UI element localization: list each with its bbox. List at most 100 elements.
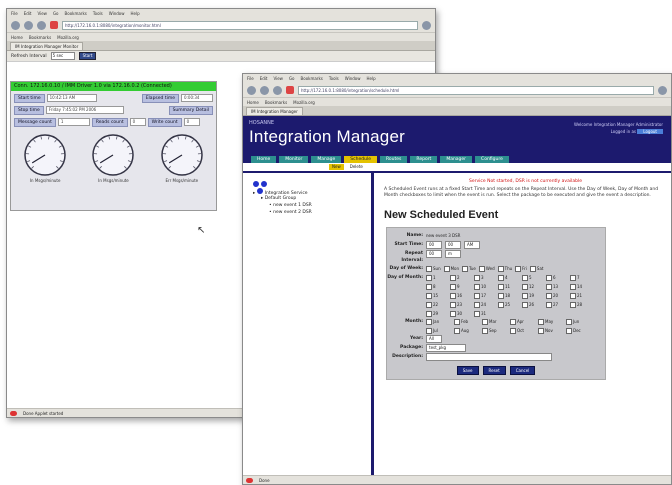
checkbox[interactable] [426, 327, 432, 334]
checkbox[interactable] [498, 301, 504, 308]
checkbox[interactable] [510, 318, 516, 325]
nav-tab-home[interactable]: Home [251, 156, 277, 163]
search-icon[interactable] [658, 85, 667, 95]
checkbox[interactable] [426, 283, 432, 290]
start-minute-select[interactable]: 00 [445, 241, 461, 249]
checkbox-option[interactable]: 1 [426, 274, 448, 281]
checkbox[interactable] [482, 318, 488, 325]
checkbox-option[interactable]: Sep [482, 327, 508, 334]
checkbox-option[interactable]: May [538, 318, 564, 325]
checkbox[interactable] [522, 292, 528, 299]
nav-tab-report[interactable]: Report [410, 156, 438, 163]
summary-detail-button[interactable]: Summary Detail [168, 105, 213, 115]
checkbox-option[interactable]: 27 [546, 301, 568, 308]
checkbox-option[interactable]: Jun [566, 318, 592, 325]
menu-item[interactable]: Edit [260, 76, 268, 81]
repeat-value-select[interactable]: 00 [426, 250, 442, 258]
search-icon[interactable] [422, 20, 431, 30]
checkbox[interactable] [426, 274, 432, 281]
checkbox-option[interactable]: 30 [450, 310, 472, 317]
checkbox-option[interactable]: Sun [426, 265, 441, 272]
back-url-bar[interactable]: http://172.16.0.1:8080/integration/monit… [62, 20, 418, 30]
expand-icon[interactable] [253, 181, 259, 187]
refresh-interval-select[interactable]: 5 sec [50, 52, 75, 60]
checkbox[interactable] [474, 310, 480, 317]
checkbox[interactable] [570, 274, 576, 281]
checkbox[interactable] [570, 283, 576, 290]
nav-tab-routes[interactable]: Routes [379, 156, 408, 163]
tree-event-item[interactable]: • new event 1 DSR [253, 202, 363, 209]
checkbox[interactable] [522, 301, 528, 308]
nav-tab-monitor[interactable]: Monitor [279, 156, 309, 163]
checkbox-option[interactable]: 10 [474, 283, 496, 290]
nav-tab-manage[interactable]: Manage [311, 156, 342, 163]
bookmark-link[interactable]: Home [247, 100, 259, 105]
back-arrow-icon[interactable] [11, 20, 20, 30]
checkbox[interactable] [450, 310, 456, 317]
nav-tab-schedule[interactable]: Schedule [344, 156, 377, 163]
menu-item[interactable]: View [37, 11, 47, 16]
menu-item[interactable]: Help [131, 11, 140, 16]
front-tab[interactable]: IM Integration Manager [246, 107, 303, 115]
checkbox-option[interactable]: 4 [498, 274, 520, 281]
checkbox-option[interactable]: 8 [426, 283, 448, 290]
bookmark-link[interactable]: Home [11, 35, 23, 40]
menu-item[interactable]: Go [53, 11, 59, 16]
checkbox-option[interactable]: Wed [478, 265, 495, 272]
subtab-new[interactable]: New [329, 164, 344, 170]
menu-item[interactable]: File [11, 11, 18, 16]
checkbox[interactable] [482, 327, 488, 334]
checkbox-option[interactable]: 29 [426, 310, 448, 317]
checkbox[interactable] [538, 318, 544, 325]
checkbox-option[interactable]: 24 [474, 301, 496, 308]
checkbox[interactable] [426, 292, 432, 299]
pane-divider[interactable] [371, 173, 374, 475]
checkbox[interactable] [522, 274, 528, 281]
start-ampm-select[interactable]: AM [464, 241, 480, 249]
year-select[interactable]: All [426, 335, 442, 343]
checkbox[interactable] [546, 283, 552, 290]
nav-tab-configure[interactable]: Configure [475, 156, 509, 163]
checkbox-option[interactable]: 11 [498, 283, 520, 290]
start-button[interactable]: Start [78, 52, 97, 60]
checkbox-option[interactable]: 20 [546, 292, 568, 299]
checkbox[interactable] [474, 301, 480, 308]
checkbox-option[interactable]: 3 [474, 274, 496, 281]
checkbox-option[interactable]: 2 [450, 274, 472, 281]
checkbox-option[interactable]: Mar [482, 318, 508, 325]
checkbox[interactable] [474, 283, 480, 290]
checkbox[interactable] [497, 265, 504, 272]
checkbox[interactable] [529, 265, 536, 272]
checkbox[interactable] [426, 301, 432, 308]
checkbox-option[interactable]: Apr [510, 318, 536, 325]
checkbox-option[interactable]: Mon [443, 265, 459, 272]
checkbox-option[interactable]: Tue [462, 265, 476, 272]
checkbox[interactable] [454, 318, 460, 325]
save-button[interactable]: Save [456, 366, 479, 375]
bookmark-link[interactable]: Mozilla.org [293, 100, 315, 105]
stop-icon[interactable] [50, 21, 58, 29]
checkbox[interactable] [515, 265, 522, 272]
checkbox[interactable] [450, 274, 456, 281]
menu-item[interactable]: View [273, 76, 283, 81]
menu-item[interactable]: Bookmarks [301, 76, 323, 81]
start-hour-select[interactable]: 00 [426, 241, 442, 249]
tree-root[interactable]: ▸ Integration Service [253, 188, 363, 196]
checkbox[interactable] [426, 265, 432, 272]
bookmark-link[interactable]: Bookmarks [29, 35, 51, 40]
checkbox[interactable] [498, 274, 504, 281]
checkbox-option[interactable]: Jul [426, 327, 452, 334]
reload-icon[interactable] [37, 20, 46, 30]
checkbox[interactable] [546, 274, 552, 281]
menu-item[interactable]: Window [345, 76, 361, 81]
checkbox-option[interactable]: 22 [426, 301, 448, 308]
checkbox[interactable] [522, 283, 528, 290]
checkbox[interactable] [498, 292, 504, 299]
checkbox[interactable] [450, 301, 456, 308]
checkbox-option[interactable]: 17 [474, 292, 496, 299]
checkbox-option[interactable]: Thu [497, 265, 512, 272]
back-tab[interactable]: IM Integration Manager Monitor [10, 42, 84, 50]
checkbox-option[interactable]: 9 [450, 283, 472, 290]
menu-item[interactable]: Help [367, 76, 376, 81]
checkbox-option[interactable]: 16 [450, 292, 472, 299]
